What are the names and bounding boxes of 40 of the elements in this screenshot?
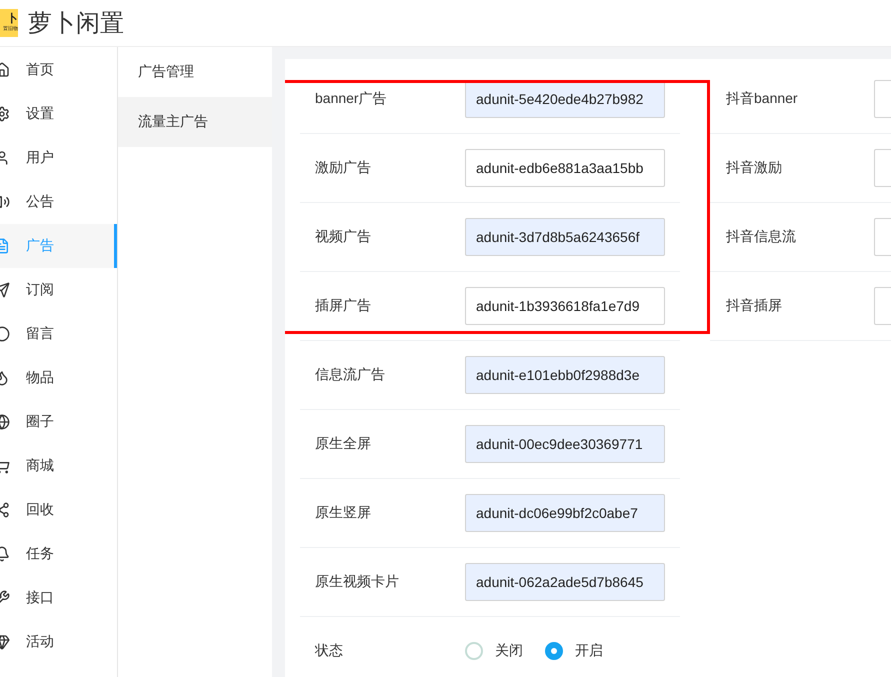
input-field[interactable]: adunit-1b3936618fa1e7d9 [465,287,665,325]
radio-button[interactable] [545,642,563,660]
field-label: 状态 [314,642,344,660]
field-label: 原生竖屏 [314,504,372,522]
sidebar-item[interactable]: 圈子 [0,400,117,444]
field-label: 抖音激励 [725,159,783,177]
sidebar-item[interactable]: 订阅 [0,268,117,312]
input-field[interactable]: adunit-5e420ede4b27b982 [465,80,665,118]
field-label: 视频广告 [314,228,372,246]
sidebar-item[interactable]: 设置 [0,92,117,136]
field-label: 原生视频卡片 [314,573,400,591]
field-label: 插屏广告 [314,297,372,315]
radio-label: 开启 [575,642,603,660]
field-label: 原生全屏 [314,435,372,453]
input-field[interactable]: adunit-e101ebb0f2988d3e [465,356,665,394]
field-label: 信息流广告 [314,366,386,384]
app-title: 萝卜闲置 [28,9,124,39]
submenu-item[interactable]: 流量主广告 [118,97,272,147]
input-field[interactable]: adunit-edb6e881a3aa15bb [465,149,665,187]
sidebar-item[interactable]: 接口 [0,576,117,620]
sidebar-item[interactable]: 用户 [0,136,117,180]
sidebar-item[interactable]: 首页 [0,48,117,92]
sidebar-item[interactable]: 公告 [0,180,117,224]
sidebar-item[interactable]: 回收 [0,488,117,532]
field-label: 抖音插屏 [725,297,783,315]
input-field[interactable]: adunit-062a2ade5d7b8645 [465,563,665,601]
sidebar-item[interactable]: 留言 [0,312,117,356]
input-field[interactable]: adunit-3d7d8b5a6243656f [465,218,665,256]
field-label: 抖音信息流 [725,228,797,246]
sidebar-item[interactable]: 商城 [0,444,117,488]
sidebar-item[interactable]: 物品 [0,356,117,400]
input-field[interactable]: adunit-dc06e99bf2c0abe7 [465,494,665,532]
field-label: banner广告 [314,90,388,108]
input-field[interactable]: adunit-00ec9dee30369771 [465,425,665,463]
field-label: 抖音banner [725,90,799,108]
radio-label: 关闭 [495,642,523,660]
sidebar-item[interactable]: 活动 [0,620,117,664]
sidebar-item[interactable]: 任务 [0,532,117,576]
logo-text: 卜 [7,13,18,25]
field-label: 激励广告 [314,159,372,177]
